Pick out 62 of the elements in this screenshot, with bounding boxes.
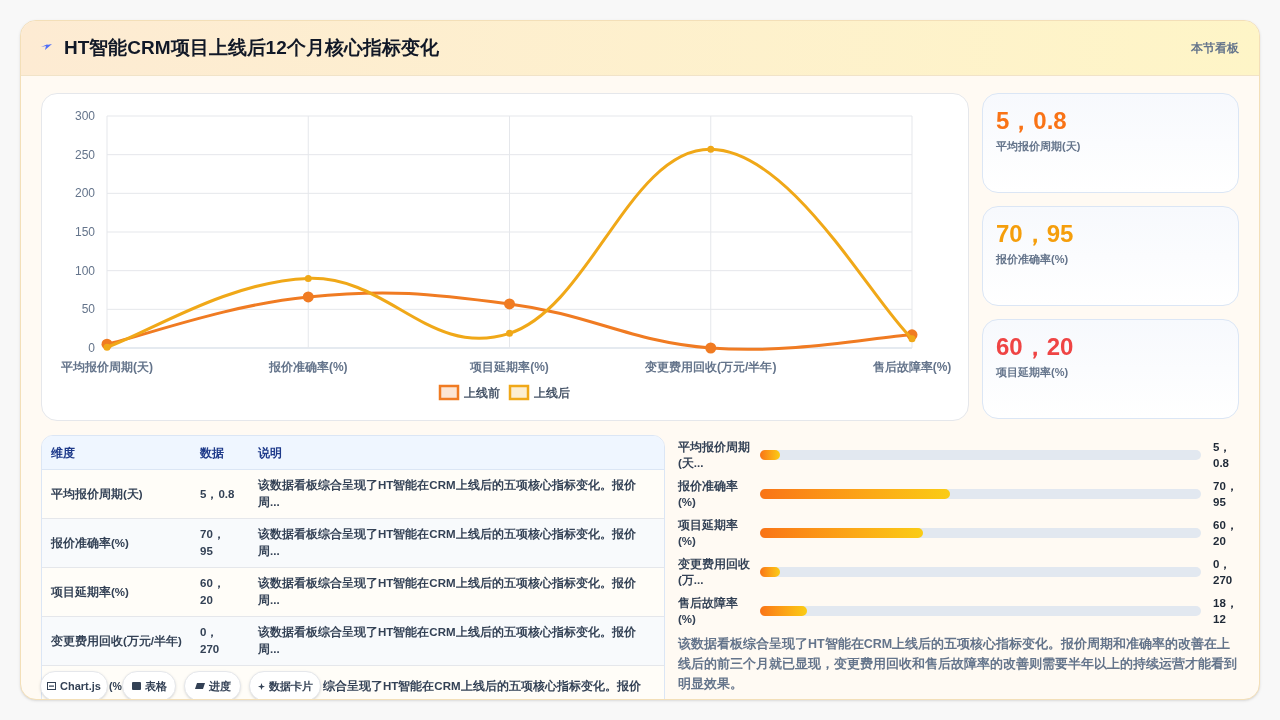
progress-label: 平均报价周期(天... bbox=[678, 439, 751, 471]
table-cell-text: 0，270 bbox=[200, 625, 221, 657]
section-label: 本节看板 bbox=[1191, 40, 1239, 57]
column-header: 数据 bbox=[199, 444, 225, 462]
table-cell-text: 该数据看板综合呈现了HT智能在CRM上线后的五项核心指标变化。报价周... bbox=[258, 575, 637, 608]
y-tick-label: 50 bbox=[81, 302, 95, 317]
y-tick-label: 100 bbox=[74, 263, 95, 278]
table-cell-text: 该数据看板综合呈现了HT智能在CRM上线后的五项核心指标变化。报价周... bbox=[258, 624, 637, 657]
legend-label: 上线前 bbox=[464, 386, 500, 400]
point bbox=[908, 335, 916, 343]
page-title: HT智能CRM项目上线后12个月核心指标变化 bbox=[64, 35, 439, 60]
point bbox=[707, 145, 715, 153]
progress-label: 变更费用回收(万... bbox=[678, 556, 751, 588]
x-tick-label: 项目延期率(%) bbox=[470, 360, 549, 374]
view-pill[interactable]: 表格 bbox=[122, 671, 176, 699]
x-tick-label: 售后故障率(%) bbox=[872, 360, 952, 374]
point bbox=[705, 342, 717, 354]
y-tick-label: 0 bbox=[88, 341, 95, 355]
progress-label: 项目延期率(%) bbox=[678, 517, 739, 549]
point bbox=[103, 343, 111, 351]
summary-text: 该数据看板综合呈现了HT智能在CRM上线后的五项核心指标变化。报价周期和准确率的改善在上线后的前三个月就已显现，变更费用回收和售后故障率的改善则需要半年以上的持续运营才能看到明显效果。 bbox=[678, 635, 1238, 693]
table-cell-text: 70，95 bbox=[200, 527, 226, 559]
progress-value: 0，270 bbox=[1212, 556, 1234, 588]
kpi-value: 5，0.8 bbox=[996, 106, 1068, 136]
table-cell-text: 平均报价周期(天) bbox=[51, 486, 144, 502]
kpi-label: 平均报价周期(天) bbox=[996, 139, 1082, 154]
x-tick-label: 平均报价周期(天) bbox=[61, 360, 153, 374]
kpi-label: 报价准确率(%) bbox=[996, 252, 1070, 267]
y-tick-label: 200 bbox=[74, 186, 95, 201]
table-cell-text: 该数据看板综合呈现了HT智能在CRM上线后的五项核心指标变化。报价周... bbox=[258, 526, 637, 559]
table-cell-text: 变更费用回收(万元/半年) bbox=[51, 633, 183, 649]
table-cell-text: 项目延期率(%) bbox=[51, 584, 130, 600]
progress-value: 60，20 bbox=[1212, 517, 1239, 549]
point bbox=[504, 298, 515, 310]
kpi-value: 60，20 bbox=[996, 332, 1075, 362]
y-tick-label: 250 bbox=[74, 147, 95, 162]
progress-label: 售后故障率(%) bbox=[678, 595, 739, 627]
kpi-value: 70，95 bbox=[996, 219, 1075, 249]
x-tick-label: 报价准确率(%) bbox=[268, 360, 348, 374]
point bbox=[506, 329, 513, 337]
table-cell-text: 该数据看板综合呈现了HT智能在CRM上线后的五项核心指标变化。报价周... bbox=[258, 477, 637, 510]
progress-value: 70，95 bbox=[1212, 478, 1239, 510]
view-pill[interactable]: Chart.js bbox=[40, 671, 108, 699]
legend-label: 上线后 bbox=[534, 386, 570, 400]
table-cell-text: (% bbox=[109, 679, 122, 694]
x-tick-label: 变更费用回收(万元/半年) bbox=[645, 360, 777, 374]
table-cell-text: 5，0.8 bbox=[200, 486, 236, 502]
progress-label: 报价准确率(%) bbox=[678, 478, 739, 510]
table-cell-text: 报价准确率(%) bbox=[51, 535, 130, 551]
progress-value: 18，12 bbox=[1212, 595, 1239, 627]
column-header: 说明 bbox=[257, 444, 283, 462]
point bbox=[304, 274, 312, 282]
view-pill[interactable]: 数据卡片 bbox=[249, 671, 321, 699]
progress-value: 5，0.8 bbox=[1212, 439, 1233, 471]
kpi-label: 项目延期率(%) bbox=[996, 365, 1070, 380]
view-pill[interactable]: 进度 bbox=[184, 671, 241, 699]
table-cell-text: 综合呈现了HT智能在CRM上线后的五项核心指标变化。报价 bbox=[323, 678, 641, 694]
column-header: 维度 bbox=[50, 444, 76, 462]
point bbox=[302, 291, 314, 303]
y-tick-label: 300 bbox=[74, 109, 95, 123]
table-cell-text: 60，20 bbox=[200, 576, 226, 608]
y-tick-label: 150 bbox=[74, 225, 95, 239]
